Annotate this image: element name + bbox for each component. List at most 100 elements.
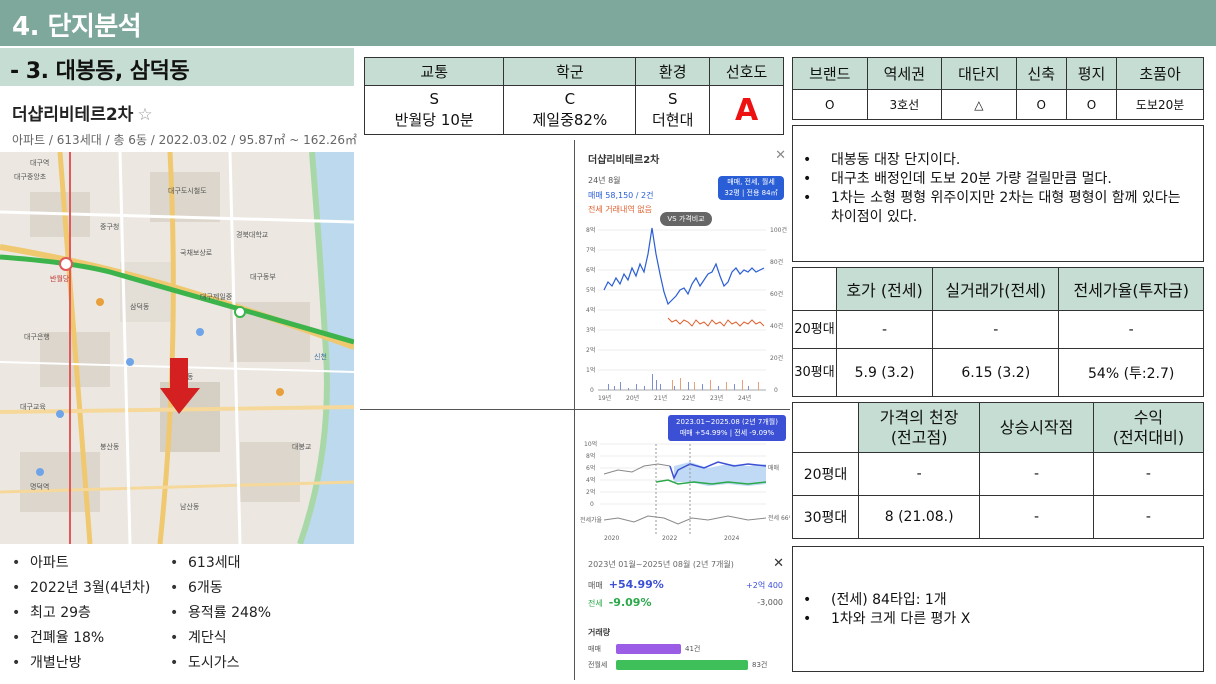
jeonse-volume-bars bbox=[672, 378, 759, 390]
volume-bar-row: 전월세 83건 bbox=[588, 659, 783, 671]
volume-bar-label: 전월세 bbox=[588, 661, 608, 669]
notes-box: 대봉동 대장 단지이다. 대구초 배정인데 도보 20분 가량 걸릴만큼 멀다.… bbox=[792, 125, 1204, 262]
price-cell: 54% (투:2.7) bbox=[1058, 348, 1204, 397]
feature-header: 역세권 bbox=[866, 57, 943, 90]
volume-title: 거래량 bbox=[588, 628, 611, 637]
ceiling-table: 가격의 천장 (전고점) 상승시작점 수익 (전저대비) 20평대 - - - 30… bbox=[792, 402, 1205, 539]
close-icon[interactable]: ✕ bbox=[775, 148, 786, 163]
grade-header: 교통 bbox=[363, 57, 505, 86]
sale-line bbox=[603, 227, 765, 306]
x-tick: 20년 bbox=[626, 394, 639, 402]
x-tick: 23년 bbox=[710, 394, 723, 402]
y-tick: 4억 bbox=[586, 476, 595, 484]
grey-line bbox=[603, 463, 671, 475]
grade-header: 선호도 bbox=[709, 57, 784, 86]
grade-detail: 반월당 10분 bbox=[394, 111, 474, 129]
divider-vertical bbox=[574, 140, 575, 680]
volume-bars bbox=[608, 374, 749, 390]
price-cell: 6.15 (3.2) bbox=[932, 348, 1060, 397]
feature-value: O bbox=[792, 89, 868, 120]
trade-chart-panel: 더샵리비테르2차 ✕ 24년 8월 매매 58,150 / 2건 전세 거래내역… bbox=[578, 140, 790, 408]
grade-cell: C 제일중82% bbox=[503, 85, 637, 135]
price-header: 실거래가(전세) bbox=[932, 267, 1060, 311]
trade-type-dropdown[interactable]: 매매, 전세, 월세 32평 | 전용 84㎡ bbox=[718, 176, 784, 200]
close-icon[interactable]: ✕ bbox=[773, 556, 784, 571]
map-label: 신천 bbox=[314, 353, 327, 361]
x-tick: 2024 bbox=[724, 535, 739, 542]
y-tick: 1억 bbox=[586, 366, 595, 374]
fact-item: 개별난방 bbox=[12, 652, 150, 677]
y-tick: 0 bbox=[590, 501, 594, 508]
star-icon[interactable]: ☆ bbox=[137, 105, 152, 125]
x-tick: 22년 bbox=[682, 394, 695, 402]
ceiling-header-line1: 수익 bbox=[1133, 407, 1164, 427]
y-tick: 4억 bbox=[586, 306, 595, 314]
compare-label: 매매 bbox=[768, 464, 779, 472]
volume-bar-label: 매매 bbox=[588, 645, 601, 653]
jeonse-label: 전세 bbox=[588, 599, 603, 608]
map-label: 남산동 bbox=[180, 503, 200, 511]
ceiling-cell: - bbox=[1092, 452, 1205, 496]
row-label: 20평대 bbox=[792, 309, 837, 350]
note-item: 대봉동 대장 단지이다. bbox=[803, 151, 1195, 170]
feature-header: 대단지 bbox=[941, 57, 1017, 90]
location-map[interactable]: 대구중앙초 대구도시철도 경북대학교 대구동부 반월당 대봉동 대봉교 삼덕동 … bbox=[0, 152, 354, 544]
map-label: 중구청 bbox=[100, 223, 120, 231]
jeonse-change-row: 전세 -9.09% -3,000 bbox=[588, 596, 783, 609]
grade-header: 환경 bbox=[635, 57, 711, 86]
price-header: 호가 (전세) bbox=[835, 267, 934, 311]
period-banner[interactable]: 2023.01~2025.08 (2년 7개월) 매매 +54.99% | 전세 … bbox=[668, 415, 786, 441]
y-right-tick: 100건 bbox=[770, 226, 787, 234]
section-header: - 3. 대봉동, 삼덕동 bbox=[0, 48, 354, 86]
compare-chart: 10억 8억 6억 4억 2억 0 전세가율 매매 전세 66% 2020 20… bbox=[580, 440, 790, 542]
corner-cell bbox=[792, 267, 837, 311]
red-arrow-icon bbox=[160, 358, 200, 414]
grade-cell: A bbox=[709, 85, 784, 135]
ceiling-header-line2: (전고점) bbox=[890, 427, 948, 447]
ceiling-header: 가격의 천장 (전고점) bbox=[857, 402, 981, 453]
x-tick: 2022 bbox=[662, 535, 677, 542]
grade-cell: S 반월당 10분 bbox=[363, 85, 505, 135]
feature-value: △ bbox=[941, 89, 1017, 120]
fact-list-right: 613세대 6개동 용적률 248% 계단식 도시가스 bbox=[170, 552, 271, 677]
notes2-box: (전세) 84타입: 1개 1차와 크게 다른 평가 X bbox=[792, 546, 1204, 672]
note-item: 1차는 소형 평형 위주이지만 2차는 대형 평형이 함께 있다는 차이점이 있… bbox=[803, 189, 1195, 227]
trade-date: 24년 8월 bbox=[588, 176, 621, 185]
ceiling-cell: 8 (21.08.) bbox=[857, 495, 981, 539]
map-canvas bbox=[0, 152, 354, 544]
fact-item: 용적률 248% bbox=[170, 602, 271, 627]
feature-value: O bbox=[1065, 89, 1118, 120]
volume-bar-count: 41건 bbox=[685, 645, 701, 653]
row-label: 30평대 bbox=[792, 495, 859, 539]
map-label: 대구역 bbox=[30, 159, 50, 167]
trade-jeonse: 전세 거래내역 없음 bbox=[588, 205, 652, 214]
y-right-tick: 60건 bbox=[770, 290, 783, 298]
y-tick: 6억 bbox=[586, 464, 595, 472]
map-label: 대봉교 bbox=[292, 443, 312, 451]
note-item: 1차와 크게 다른 평가 X bbox=[803, 610, 1195, 629]
x-tick: 24년 bbox=[738, 394, 751, 402]
feature-header: 초품아 bbox=[1116, 57, 1204, 90]
dropdown-line1: 매매, 전세, 월세 bbox=[727, 178, 775, 186]
price-cell: - bbox=[932, 309, 1060, 350]
grade-value: S bbox=[667, 90, 678, 108]
volume-bar-fill bbox=[616, 644, 681, 654]
jeonse-amount: -3,000 bbox=[757, 598, 783, 607]
trade-sale: 매매 58,150 / 2건 bbox=[588, 191, 654, 200]
fact-item: 건폐율 18% bbox=[12, 627, 150, 652]
fact-item: 2022년 3월(4년차) bbox=[12, 577, 150, 602]
feature-header: 신축 bbox=[1015, 57, 1067, 90]
price-header: 전세가율(투자금) bbox=[1058, 267, 1204, 311]
summary-panel: 2023년 01월~2025년 08월 (2년 7개월) ✕ 매매 +54.99%… bbox=[578, 550, 790, 678]
slide-header: 4. 단지분석 bbox=[0, 0, 1216, 46]
price-table: 호가 (전세) 실거래가(전세) 전세가율(투자금) 20평대 - - - 30… bbox=[792, 267, 1204, 397]
section-title: - 3. 대봉동, 삼덕동 bbox=[10, 59, 190, 84]
map-label: 대구도시철도 bbox=[168, 187, 207, 195]
map-label: 대구은행 bbox=[24, 333, 50, 341]
map-label: 명덕역 bbox=[30, 483, 50, 491]
grade-header: 학군 bbox=[503, 57, 637, 86]
fact-list-left: 아파트 2022년 3월(4년차) 최고 29층 건폐율 18% 개별난방 bbox=[12, 552, 150, 677]
side-label: 전세가율 bbox=[580, 516, 603, 524]
ceiling-cell: - bbox=[979, 495, 1094, 539]
y-tick: 7억 bbox=[586, 246, 595, 254]
